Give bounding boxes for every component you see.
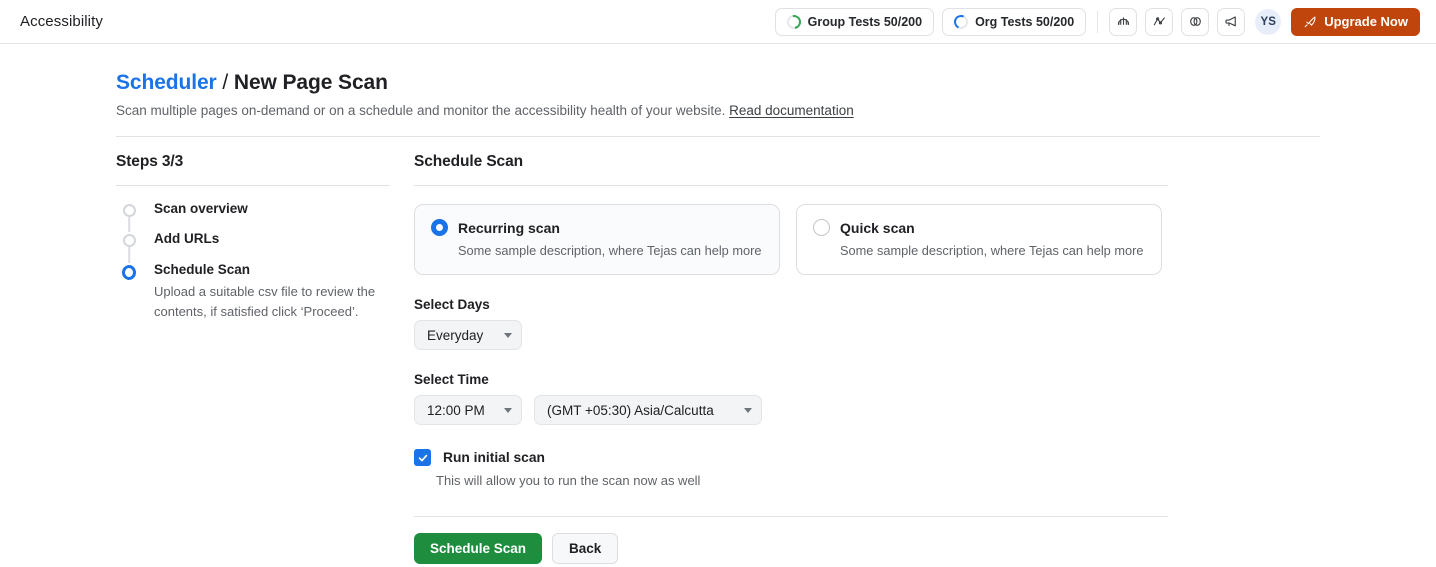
step-dot-active-icon bbox=[122, 265, 136, 280]
scan-option-recurring-scan[interactable]: Recurring scan Some sample description, … bbox=[414, 204, 780, 275]
user-avatar[interactable]: YS bbox=[1255, 9, 1281, 35]
scan-option-header: Recurring scan bbox=[431, 219, 763, 236]
step-dot-icon bbox=[123, 234, 136, 247]
header-divider bbox=[116, 136, 1320, 137]
select-days-label: Select Days bbox=[414, 297, 1436, 312]
step-marker bbox=[122, 200, 136, 218]
checkmark-icon bbox=[417, 452, 429, 464]
step-item-schedule-scan[interactable]: Schedule Scan Upload a suitable csv file… bbox=[122, 261, 414, 323]
steps-title: Steps 3/3 bbox=[116, 153, 414, 171]
chevron-down-icon bbox=[504, 333, 512, 338]
step-label: Schedule Scan bbox=[154, 261, 380, 279]
steps-divider bbox=[116, 185, 390, 186]
run-initial-scan-checkbox[interactable] bbox=[414, 449, 431, 466]
form-actions: Schedule Scan Back bbox=[414, 533, 1436, 564]
schedule-scan-panel: Schedule Scan Recurring scan Some sample… bbox=[414, 153, 1436, 564]
app-brand-title: Accessibility bbox=[20, 13, 103, 30]
scan-option-title: Quick scan bbox=[840, 220, 915, 236]
select-time-value: 12:00 PM bbox=[427, 403, 485, 418]
page-container: Scheduler / New Page Scan Scan multiple … bbox=[0, 44, 1436, 564]
top-navigation-bar: Accessibility Group Tests 50/200 Org Tes… bbox=[0, 0, 1436, 44]
link-chain-icon-button[interactable] bbox=[1181, 8, 1209, 36]
org-tests-quota-label: Org Tests 50/200 bbox=[975, 15, 1074, 29]
analytics-bars-icon-button[interactable] bbox=[1109, 8, 1137, 36]
megaphone-icon-button[interactable] bbox=[1217, 8, 1245, 36]
chevron-down-icon bbox=[744, 408, 752, 413]
page-subtitle-text: Scan multiple pages on-demand or on a sc… bbox=[116, 103, 725, 118]
scan-type-options: Recurring scan Some sample description, … bbox=[414, 204, 1436, 275]
radio-selected-icon[interactable] bbox=[431, 219, 448, 236]
schedule-scan-button[interactable]: Schedule Scan bbox=[414, 533, 542, 564]
run-initial-scan-label: Run initial scan bbox=[443, 450, 545, 465]
scan-option-description: Some sample description, where Tejas can… bbox=[840, 243, 1145, 258]
select-days-dropdown[interactable]: Everyday bbox=[414, 320, 522, 350]
step-description: Upload a suitable csv file to review the… bbox=[154, 282, 380, 322]
group-tests-quota-pill[interactable]: Group Tests 50/200 bbox=[775, 8, 934, 36]
scan-option-quick-scan[interactable]: Quick scan Some sample description, wher… bbox=[796, 204, 1162, 275]
select-timezone-value: (GMT +05:30) Asia/Calcutta bbox=[547, 403, 714, 418]
panel-title: Schedule Scan bbox=[414, 153, 1436, 171]
scan-option-header: Quick scan bbox=[813, 219, 1145, 236]
breadcrumb-parent-link[interactable]: Scheduler bbox=[116, 71, 217, 94]
link-chain-icon bbox=[1188, 14, 1203, 29]
run-initial-scan-help-text: This will allow you to run the scan now … bbox=[436, 473, 1436, 488]
select-time-label: Select Time bbox=[414, 372, 1436, 387]
select-time-row: 12:00 PM (GMT +05:30) Asia/Calcutta bbox=[414, 387, 1436, 425]
footer-divider bbox=[414, 516, 1168, 517]
breadcrumb-current: New Page Scan bbox=[234, 71, 388, 94]
read-documentation-link[interactable]: Read documentation bbox=[729, 103, 854, 118]
analytics-bars-icon bbox=[1116, 14, 1131, 29]
org-tests-quota-pill[interactable]: Org Tests 50/200 bbox=[942, 8, 1086, 36]
panel-divider bbox=[414, 185, 1168, 186]
scan-option-description: Some sample description, where Tejas can… bbox=[458, 243, 763, 258]
step-label: Add URLs bbox=[154, 230, 219, 248]
radio-unselected-icon[interactable] bbox=[813, 219, 830, 236]
upgrade-now-label: Upgrade Now bbox=[1324, 14, 1408, 29]
progress-ring-icon bbox=[954, 15, 968, 29]
step-item-scan-overview[interactable]: Scan overview bbox=[122, 200, 414, 218]
upgrade-now-button[interactable]: Upgrade Now bbox=[1291, 8, 1420, 36]
select-time-dropdown[interactable]: 12:00 PM bbox=[414, 395, 522, 425]
scan-option-title: Recurring scan bbox=[458, 220, 560, 236]
breadcrumb: Scheduler / New Page Scan bbox=[116, 70, 1436, 95]
step-connector-line bbox=[128, 244, 130, 262]
step-label: Scan overview bbox=[154, 200, 248, 218]
content-area: Steps 3/3 Scan overview bbox=[116, 153, 1436, 564]
chevron-down-icon bbox=[504, 408, 512, 413]
select-timezone-dropdown[interactable]: (GMT +05:30) Asia/Calcutta bbox=[534, 395, 762, 425]
rocket-icon bbox=[1303, 15, 1317, 29]
select-days-value: Everyday bbox=[427, 328, 483, 343]
megaphone-icon bbox=[1224, 14, 1239, 29]
toolbar-divider bbox=[1097, 11, 1098, 33]
breadcrumb-separator: / bbox=[222, 71, 228, 94]
trend-line-icon bbox=[1152, 14, 1167, 29]
page-subtitle: Scan multiple pages on-demand or on a sc… bbox=[116, 103, 1436, 118]
back-button[interactable]: Back bbox=[552, 533, 618, 564]
progress-ring-icon bbox=[787, 15, 801, 29]
step-marker bbox=[122, 230, 136, 248]
trend-line-icon-button[interactable] bbox=[1145, 8, 1173, 36]
topbar-actions: Group Tests 50/200 Org Tests 50/200 bbox=[775, 8, 1420, 36]
steps-list: Scan overview Add URLs bbox=[116, 200, 414, 322]
group-tests-quota-label: Group Tests 50/200 bbox=[808, 15, 922, 29]
step-marker bbox=[122, 261, 136, 323]
steps-sidebar: Steps 3/3 Scan overview bbox=[116, 153, 414, 564]
step-dot-icon bbox=[123, 204, 136, 217]
step-item-add-urls[interactable]: Add URLs bbox=[122, 230, 414, 248]
run-initial-scan-row[interactable]: Run initial scan bbox=[414, 449, 1436, 466]
